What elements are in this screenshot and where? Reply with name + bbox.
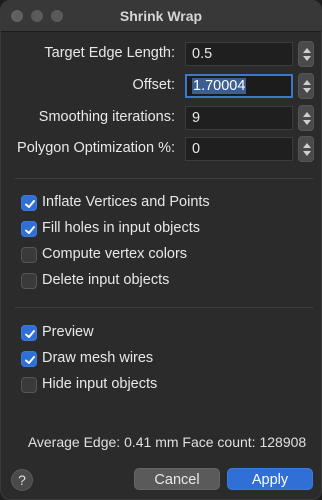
stepper-up-icon[interactable] bbox=[303, 143, 311, 148]
divider bbox=[15, 307, 313, 308]
stepper-up-icon[interactable] bbox=[303, 48, 311, 53]
polygon-optimization-row: Polygon Optimization %: 0 bbox=[1, 136, 321, 162]
target-edge-length-field[interactable]: 0.5 bbox=[185, 42, 293, 66]
mesh-stats-text: Average Edge: 0.41 mm Face count: 128908 bbox=[27, 434, 307, 450]
divider bbox=[15, 178, 313, 179]
smoothing-iterations-label: Smoothing iterations: bbox=[38, 109, 175, 125]
target-edge-length-row: Target Edge Length: 0.5 bbox=[1, 41, 321, 67]
checkbox-label: Preview bbox=[42, 324, 94, 340]
stepper-down-icon[interactable] bbox=[303, 88, 311, 93]
offset-row: Offset: 1.70004 bbox=[1, 73, 321, 99]
polygon-optimization-value: 0 bbox=[192, 141, 201, 157]
delete-input-objects-checkbox[interactable]: Delete input objects bbox=[21, 272, 311, 292]
checkbox-checked-icon[interactable] bbox=[21, 351, 37, 367]
smoothing-iterations-value: 9 bbox=[192, 110, 201, 126]
shrink-wrap-dialog: Shrink Wrap Target Edge Length: 0.5 Offs… bbox=[0, 0, 322, 500]
help-button[interactable]: ? bbox=[11, 469, 33, 491]
stepper-up-icon[interactable] bbox=[303, 80, 311, 85]
offset-stepper[interactable] bbox=[298, 73, 314, 99]
target-edge-length-label: Target Edge Length: bbox=[44, 45, 175, 61]
window-title: Shrink Wrap bbox=[119, 8, 203, 24]
target-edge-length-value: 0.5 bbox=[192, 46, 213, 62]
stepper-down-icon[interactable] bbox=[303, 151, 311, 156]
checkbox-unchecked-icon[interactable] bbox=[21, 273, 37, 289]
compute-vertex-colors-checkbox[interactable]: Compute vertex colors bbox=[21, 246, 311, 266]
smoothing-iterations-field[interactable]: 9 bbox=[185, 106, 293, 130]
title-bar[interactable]: Shrink Wrap bbox=[1, 1, 321, 32]
smoothing-iterations-row: Smoothing iterations: 9 bbox=[1, 105, 321, 131]
preview-checkbox[interactable]: Preview bbox=[21, 324, 311, 344]
checkbox-label: Delete input objects bbox=[42, 272, 170, 288]
checkbox-checked-icon[interactable] bbox=[21, 325, 37, 341]
offset-label: Offset: bbox=[132, 77, 175, 93]
polygon-optimization-stepper[interactable] bbox=[298, 136, 314, 162]
cancel-button[interactable]: Cancel bbox=[134, 468, 220, 490]
checkbox-checked-icon[interactable] bbox=[21, 195, 37, 211]
target-edge-length-stepper[interactable] bbox=[298, 41, 314, 67]
checkbox-label: Inflate Vertices and Points bbox=[42, 194, 210, 210]
checkbox-label: Fill holes in input objects bbox=[42, 220, 200, 236]
inflate-vertices-checkbox[interactable]: Inflate Vertices and Points bbox=[21, 194, 311, 214]
stepper-up-icon[interactable] bbox=[303, 112, 311, 117]
draw-mesh-wires-checkbox[interactable]: Draw mesh wires bbox=[21, 350, 311, 370]
polygon-optimization-field[interactable]: 0 bbox=[185, 137, 293, 161]
offset-value: 1.70004 bbox=[192, 78, 247, 94]
checkbox-label: Draw mesh wires bbox=[42, 350, 154, 366]
stepper-down-icon[interactable] bbox=[303, 56, 311, 61]
hide-input-objects-checkbox[interactable]: Hide input objects bbox=[21, 376, 311, 396]
polygon-optimization-label: Polygon Optimization %: bbox=[17, 140, 175, 156]
offset-field[interactable]: 1.70004 bbox=[185, 74, 293, 98]
checkbox-checked-icon[interactable] bbox=[21, 221, 37, 237]
checkbox-unchecked-icon[interactable] bbox=[21, 377, 37, 393]
checkbox-label: Hide input objects bbox=[42, 376, 158, 392]
apply-button[interactable]: Apply bbox=[227, 468, 313, 490]
fill-holes-checkbox[interactable]: Fill holes in input objects bbox=[21, 220, 311, 240]
smoothing-iterations-stepper[interactable] bbox=[298, 105, 314, 131]
checkbox-label: Compute vertex colors bbox=[42, 246, 188, 262]
checkbox-unchecked-icon[interactable] bbox=[21, 247, 37, 263]
stepper-down-icon[interactable] bbox=[303, 120, 311, 125]
